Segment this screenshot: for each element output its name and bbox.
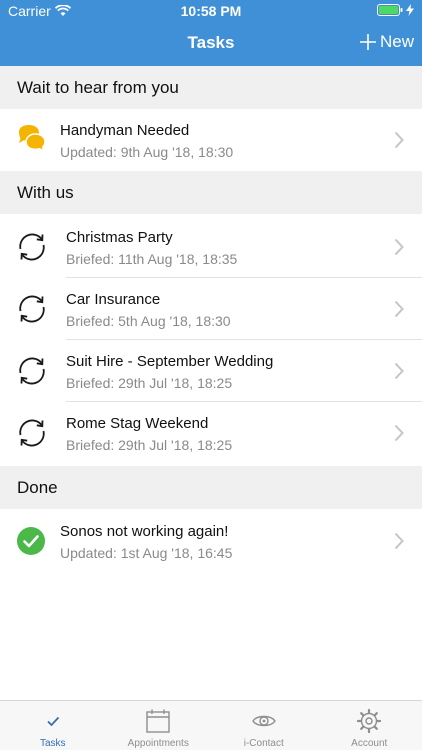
task-row[interactable]: Christmas Party Briefed: 11th Aug '18, 1… xyxy=(0,216,422,278)
clock: 10:58 PM xyxy=(180,3,242,19)
tab-label: Tasks xyxy=(39,738,66,749)
task-title: Handyman Needed xyxy=(60,122,190,139)
eye-icon xyxy=(251,715,276,727)
status-bar: Carrier 10:58 PM xyxy=(0,0,422,22)
task-subtitle: Updated: 1st Aug '18, 16:45 xyxy=(60,545,233,561)
sync-icon xyxy=(19,295,45,323)
charging-bolt-icon xyxy=(406,4,414,16)
plus-icon xyxy=(359,34,376,50)
sync-icon xyxy=(19,357,45,385)
section-header-done: Done xyxy=(0,466,422,509)
chevron-right-icon xyxy=(394,362,404,380)
tab-label: i-Contact xyxy=(243,738,284,749)
sync-icon xyxy=(19,419,45,447)
new-task-button[interactable]: New xyxy=(359,32,414,52)
gear-icon xyxy=(357,708,382,734)
tab-i-contact[interactable]: i-Contact xyxy=(211,701,317,750)
chevron-right-icon xyxy=(394,300,404,318)
task-row[interactable]: Car Insurance Briefed: 5th Aug '18, 18:3… xyxy=(0,278,422,340)
tab-label: Account xyxy=(351,738,388,749)
chevron-right-icon xyxy=(394,131,404,149)
tab-tasks[interactable]: Tasks xyxy=(0,701,106,750)
section-header-with-us: With us xyxy=(0,171,422,214)
tab-label: Appointments xyxy=(127,738,189,749)
task-subtitle: Updated: 9th Aug '18, 18:30 xyxy=(60,144,234,160)
task-subtitle: Briefed: 29th Jul '18, 18:25 xyxy=(66,375,233,391)
task-subtitle: Briefed: 29th Jul '18, 18:25 xyxy=(66,437,233,453)
new-task-label: New xyxy=(379,32,414,51)
navigation-header: Carrier 10:58 PM Tasks New xyxy=(0,0,422,66)
task-row[interactable]: Sonos not working again! Updated: 1st Au… xyxy=(0,510,422,572)
chevron-right-icon xyxy=(394,238,404,256)
chevron-right-icon xyxy=(394,532,404,550)
task-title: Sonos not working again! xyxy=(60,523,229,540)
chat-bubbles-icon xyxy=(19,125,46,153)
checkmark-icon xyxy=(47,716,59,727)
task-title: Rome Stag Weekend xyxy=(66,415,209,432)
task-row[interactable]: Rome Stag Weekend Briefed: 29th Jul '18,… xyxy=(0,402,422,464)
tab-appointments[interactable]: Appointments xyxy=(106,701,212,750)
task-row[interactable]: Handyman Needed Updated: 9th Aug '18, 18… xyxy=(0,109,422,171)
tab-account[interactable]: Account xyxy=(317,701,422,750)
battery-icon xyxy=(377,4,403,16)
task-title: Christmas Party xyxy=(66,229,173,246)
battery-indicator xyxy=(377,4,414,16)
section-header-wait: Wait to hear from you xyxy=(0,66,422,109)
calendar-icon xyxy=(146,709,170,733)
task-subtitle: Briefed: 11th Aug '18, 18:35 xyxy=(66,251,238,267)
tab-bar: Tasks Appointments i-Contact Account xyxy=(0,700,422,750)
task-row[interactable]: Suit Hire - September Wedding Briefed: 2… xyxy=(0,340,422,402)
check-circle-icon xyxy=(17,527,45,555)
task-subtitle: Briefed: 5th Aug '18, 18:30 xyxy=(66,313,231,329)
task-title: Car Insurance xyxy=(66,291,161,308)
task-title: Suit Hire - September Wedding xyxy=(66,353,274,370)
chevron-right-icon xyxy=(394,424,404,442)
sync-icon xyxy=(19,233,45,261)
